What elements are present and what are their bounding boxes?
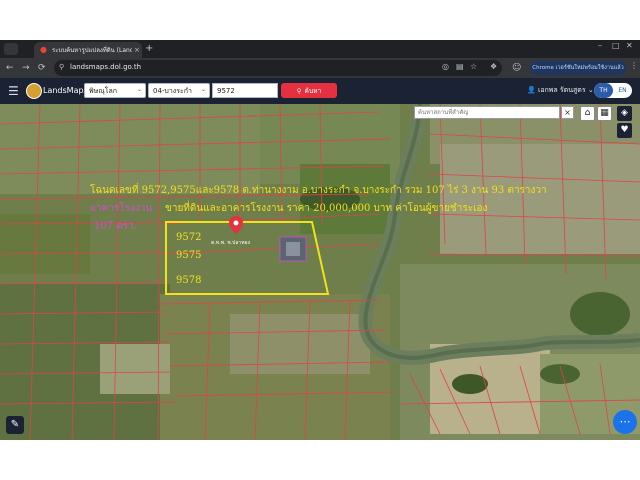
measure-tool-icon[interactable]: ✎ xyxy=(6,416,24,434)
brand-name: LandsMaps xyxy=(43,86,88,95)
favorite-heart-icon[interactable]: ♥ xyxy=(617,123,632,138)
url-text: landsmaps.dol.go.th xyxy=(70,63,142,71)
district-select[interactable]: 04-บางระกำ ⌄ xyxy=(148,83,210,98)
home-icon[interactable]: ⌂ xyxy=(580,106,595,121)
listing-title: โฉนดเลขที่ 9572,9575และ9578 ต.ท่านางงาม … xyxy=(90,185,547,196)
user-icon: 👤 xyxy=(527,86,536,94)
parcel-number-input[interactable] xyxy=(212,83,278,98)
minimize-icon[interactable]: – xyxy=(598,41,602,50)
tab-search-button[interactable] xyxy=(4,43,18,55)
maximize-icon[interactable]: □ xyxy=(612,41,620,50)
bookmark-star-icon[interactable]: ☆ xyxy=(470,62,477,71)
plot-label: 9578 xyxy=(176,275,202,286)
new-tab-button[interactable]: + xyxy=(145,43,153,55)
chevron-down-icon: ⌄ xyxy=(587,86,594,94)
back-button[interactable]: ← xyxy=(6,62,14,74)
lang-th-button[interactable]: TH xyxy=(594,83,613,98)
language-toggle[interactable]: TH EN xyxy=(594,83,632,98)
chrome-update-button[interactable]: Chrome เวอร์ชันใหม่พร้อมใช้งานแล้ว xyxy=(530,61,626,75)
user-menu[interactable]: 👤 เอกพล รัตนสูตร ⌄ xyxy=(527,85,594,96)
map-pin-icon: ● xyxy=(40,45,47,54)
search-icon: ⚲ xyxy=(296,86,302,95)
listing-building-label: อาคารโรงงาน xyxy=(90,203,153,214)
district-value: 04-บางระกำ xyxy=(153,87,192,95)
extensions-icon[interactable]: ❖ xyxy=(490,62,497,71)
province-value: พิษณุโลก xyxy=(89,87,118,95)
place-search-input[interactable] xyxy=(414,106,560,119)
reload-button[interactable]: ⟳ xyxy=(38,62,46,74)
chat-icon[interactable]: ⋯ xyxy=(613,410,637,434)
map-imagery xyxy=(0,104,640,440)
chevron-down-icon: ⌄ xyxy=(136,86,142,93)
chrome-menu-icon[interactable]: ⋮ xyxy=(630,61,638,70)
building-label: ต.ท.พ. ช.ปลาทอง xyxy=(211,240,250,246)
close-window-icon[interactable]: ✕ xyxy=(626,41,633,50)
search-button-label: ค้นหา xyxy=(304,86,322,95)
location-icon[interactable]: ◎ xyxy=(442,62,449,71)
user-name: เอกพล รัตนสูตร xyxy=(537,86,586,94)
chevron-down-icon: ⌄ xyxy=(200,86,206,93)
plot-label: 9572 xyxy=(176,232,202,243)
tab-close-button[interactable]: × xyxy=(134,46,140,54)
tab-title: ระบบค้นหารูปแปลงที่ดิน (Lands... xyxy=(52,47,132,54)
plot-label: 9575 xyxy=(176,250,202,261)
translate-icon[interactable]: ▤ xyxy=(456,62,464,71)
lang-en-button[interactable]: EN xyxy=(613,83,632,98)
dol-logo xyxy=(26,83,42,99)
clear-search-button[interactable]: × xyxy=(561,106,574,119)
grid-icon[interactable]: ▦ xyxy=(597,106,612,121)
layers-icon[interactable]: ◈ xyxy=(617,106,632,121)
top-margin xyxy=(0,0,640,40)
listing-area: 107 ตรว. xyxy=(94,221,137,232)
satellite-map[interactable] xyxy=(0,104,640,440)
forward-button[interactable]: → xyxy=(22,62,30,74)
hamburger-menu-icon[interactable]: ☰ xyxy=(8,84,19,98)
chrome-update-label: Chrome เวอร์ชันใหม่พร้อมใช้งานแล้ว xyxy=(532,65,624,71)
address-bar[interactable]: ⚲ landsmaps.dol.go.th ◎ ▤ ☆ ❖ xyxy=(54,60,502,76)
province-select[interactable]: พิษณุโลก ⌄ xyxy=(84,83,146,98)
listing-price: ขายที่ดินและอาคารโรงงาน ราคา 20,000,000 … xyxy=(165,203,488,214)
search-button[interactable]: ⚲ ค้นหา xyxy=(281,83,337,98)
site-info-icon[interactable]: ⚲ xyxy=(59,63,64,71)
browser-tab[interactable]: ● ระบบค้นหารูปแปลงที่ดิน (Lands... × xyxy=(34,42,142,58)
profile-icon[interactable]: ☺ xyxy=(512,62,521,74)
bottom-margin xyxy=(0,440,640,480)
